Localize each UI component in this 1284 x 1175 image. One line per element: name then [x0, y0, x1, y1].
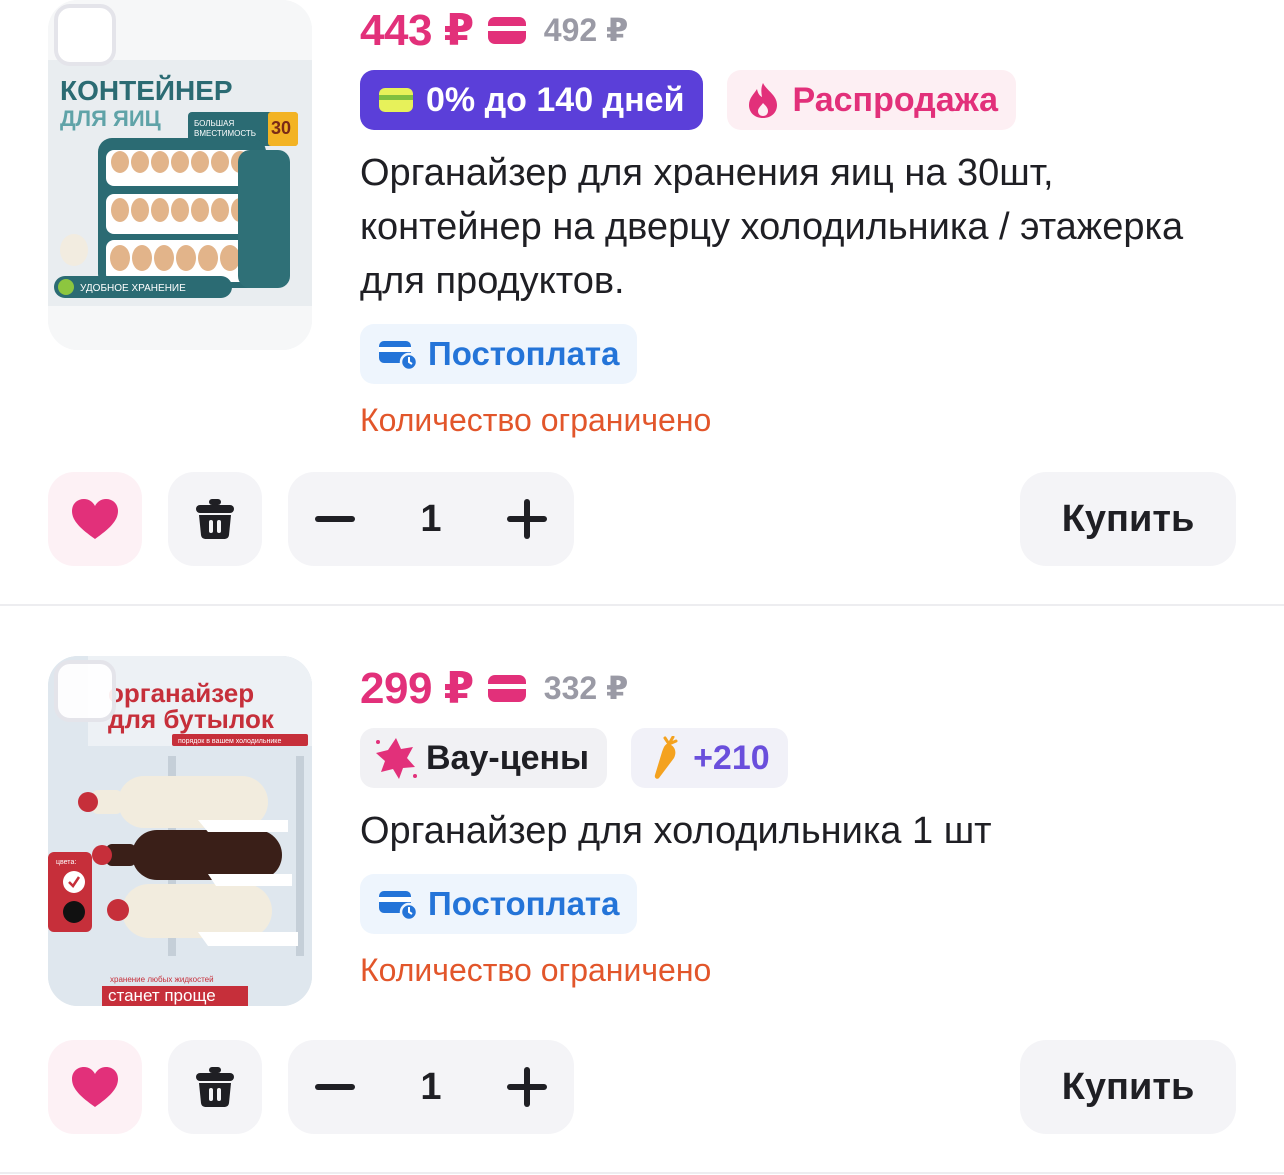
image-caption: УДОБНОЕ ХРАНЕНИЕ [80, 283, 186, 294]
badges: Вау-цены +210 [360, 728, 1240, 788]
capacity-count: 30 [271, 118, 291, 138]
postpay-badge[interactable]: Постоплата [360, 874, 638, 934]
badges: 0% до 140 дней Распродажа [360, 70, 1240, 130]
item-divider [0, 1172, 1284, 1174]
old-price: 332 ₽ [543, 670, 629, 706]
trash-icon [196, 499, 234, 539]
product-info: 299 ₽ 332 ₽ Вау-цены +210 Органайзер для… [360, 658, 1240, 989]
heart-icon [72, 499, 118, 539]
delete-button[interactable] [168, 1040, 262, 1134]
quantity-value[interactable]: 1 [420, 498, 441, 541]
select-checkbox[interactable] [54, 660, 116, 722]
plus-icon [507, 1067, 547, 1107]
item-actions: 1 Купить [48, 472, 1236, 566]
delete-button[interactable] [168, 472, 262, 566]
carrot-icon [654, 736, 678, 779]
installment-badge[interactable]: 0% до 140 дней [360, 70, 703, 130]
price: 299 ₽ [360, 663, 474, 713]
image-heading: КОНТЕЙНЕР [60, 74, 233, 106]
colors-label: цвета: [56, 859, 76, 866]
limited-stock-notice: Количество ограничено [360, 402, 712, 438]
postpay-label: Постоплата [428, 885, 620, 922]
svg-text:ВМЕСТИМОСТЬ: ВМЕСТИМОСТЬ [194, 129, 256, 138]
trash-icon [196, 1067, 234, 1107]
postpay-label: Постоплата [428, 335, 620, 372]
sale-label: Распродажа [792, 80, 999, 119]
bonus-label: +210 [693, 738, 770, 777]
old-price: 492 ₽ [543, 12, 629, 48]
heart-icon [72, 1067, 118, 1107]
increase-quantity-button[interactable] [480, 1040, 574, 1134]
quantity-value[interactable]: 1 [420, 1066, 441, 1109]
quantity-stepper: 1 [288, 472, 574, 566]
wow-price-label: Вау-цены [426, 738, 590, 777]
image-tagline: порядок в вашем холодильнике [178, 738, 281, 745]
cart-item: органайзер для бутылок порядок в вашем х… [0, 606, 1284, 1172]
price-row: 443 ₽ 492 ₽ [360, 0, 1240, 60]
favorite-button[interactable] [48, 472, 142, 566]
price-row: 299 ₽ 332 ₽ [360, 658, 1240, 718]
product-title[interactable]: Органайзер для хранения яиц на 30шт, кон… [360, 146, 1240, 308]
price: 443 ₽ [360, 5, 474, 55]
image-caption-strong: станет проще [108, 986, 216, 1005]
installment-label: 0% до 140 дней [426, 80, 685, 119]
star-icon [376, 738, 417, 779]
favorite-button[interactable] [48, 1040, 142, 1134]
buy-button[interactable]: Купить [1020, 472, 1236, 566]
quantity-stepper: 1 [288, 1040, 574, 1134]
limited-stock-notice: Количество ограничено [360, 952, 712, 988]
select-checkbox[interactable] [54, 4, 116, 66]
wow-price-badge[interactable]: Вау-цены [360, 728, 608, 788]
card-icon [379, 88, 413, 112]
postpay-badge[interactable]: Постоплата [360, 324, 638, 384]
card-icon [487, 16, 526, 44]
plus-icon [507, 499, 547, 539]
cart-item: КОНТЕЙНЕР ДЛЯ ЯИЦ БОЛЬШАЯ ВМЕСТИМОСТЬ 30… [0, 0, 1284, 604]
svg-text:БОЛЬШАЯ: БОЛЬШАЯ [194, 119, 234, 128]
decrease-quantity-button[interactable] [288, 1040, 382, 1134]
increase-quantity-button[interactable] [480, 472, 574, 566]
product-title[interactable]: Органайзер для холодильника 1 шт [360, 804, 1240, 858]
minus-icon [315, 516, 355, 522]
sale-badge[interactable]: Распродажа [726, 70, 1017, 130]
image-subheading: для бутылок [108, 704, 275, 734]
minus-icon [315, 1084, 355, 1090]
product-info: 443 ₽ 492 ₽ 0% до 140 дней Распродажа Ор… [360, 0, 1240, 439]
postpay-icon [379, 341, 418, 371]
fire-icon [748, 83, 777, 118]
image-subheading: ДЛЯ ЯИЦ [60, 106, 161, 131]
bonus-badge[interactable]: +210 [631, 728, 788, 788]
card-icon [487, 674, 526, 702]
buy-button[interactable]: Купить [1020, 1040, 1236, 1134]
postpay-icon [379, 891, 418, 921]
item-actions: 1 Купить [48, 1040, 1236, 1134]
image-caption: хранение любых жидкостей [110, 975, 214, 984]
decrease-quantity-button[interactable] [288, 472, 382, 566]
